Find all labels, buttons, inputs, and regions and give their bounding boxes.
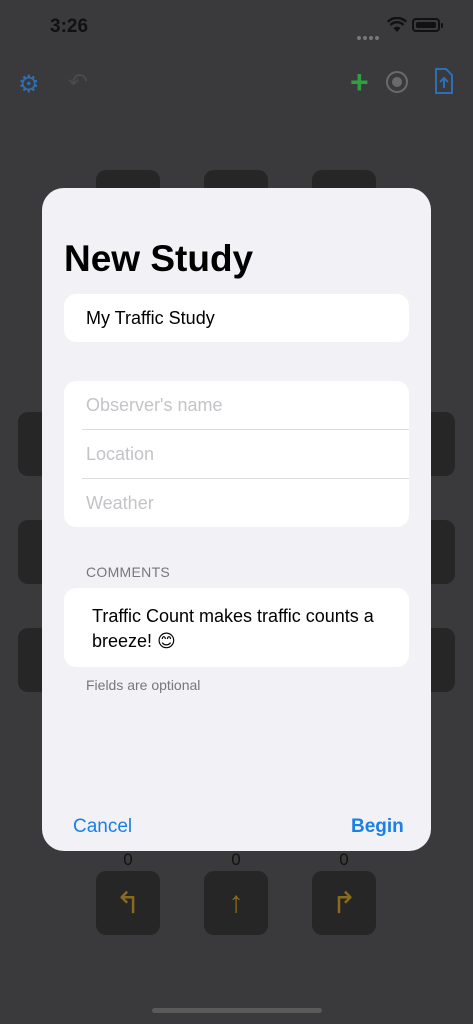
comments-header: COMMENTS — [86, 564, 171, 580]
new-study-modal: New Study My Traffic Study COMMENTS Traf… — [42, 188, 431, 851]
wifi-icon — [387, 17, 407, 32]
straight-count: 0 — [231, 850, 241, 869]
comments-text: Traffic Count makes traffic counts a bre… — [92, 606, 374, 651]
undo-icon[interactable]: ↶ — [68, 68, 88, 97]
right-turn-arrow-icon: ↱ — [331, 886, 357, 920]
observer-name-input[interactable] — [86, 395, 386, 416]
status-bar: 3:26 — [0, 0, 473, 54]
modal-title: New Study — [64, 238, 254, 279]
gear-icon[interactable]: ⚙ — [18, 70, 40, 99]
right-turn-tile[interactable]: ↱ — [312, 871, 376, 935]
cancel-button[interactable]: Cancel — [73, 816, 132, 838]
record-icon[interactable] — [386, 71, 408, 93]
observer-name-row — [86, 381, 409, 429]
add-icon[interactable]: + — [350, 64, 369, 101]
study-name-field[interactable]: My Traffic Study — [64, 294, 409, 342]
study-details-card — [64, 381, 409, 527]
fields-optional-note: Fields are optional — [86, 677, 201, 693]
share-icon[interactable] — [432, 68, 454, 94]
home-indicator — [152, 1008, 322, 1013]
status-time: 3:26 — [50, 16, 89, 37]
comments-field[interactable]: Traffic Count makes traffic counts a bre… — [64, 588, 409, 667]
location-row — [86, 430, 409, 478]
left-turn-arrow-icon: ↰ — [115, 886, 141, 920]
weather-input[interactable] — [86, 493, 386, 514]
battery-icon — [412, 18, 443, 32]
location-input[interactable] — [86, 444, 386, 465]
begin-button[interactable]: Begin — [351, 816, 404, 838]
straight-tile[interactable]: ↑ — [204, 871, 268, 935]
cellular-signal-icon — [357, 27, 381, 40]
study-name-value: My Traffic Study — [86, 308, 215, 328]
straight-arrow-icon: ↑ — [228, 886, 244, 919]
right-turn-count: 0 — [339, 850, 349, 869]
left-turn-tile[interactable]: ↰ — [96, 871, 160, 935]
left-turn-count: 0 — [123, 850, 133, 869]
weather-row — [86, 479, 409, 527]
